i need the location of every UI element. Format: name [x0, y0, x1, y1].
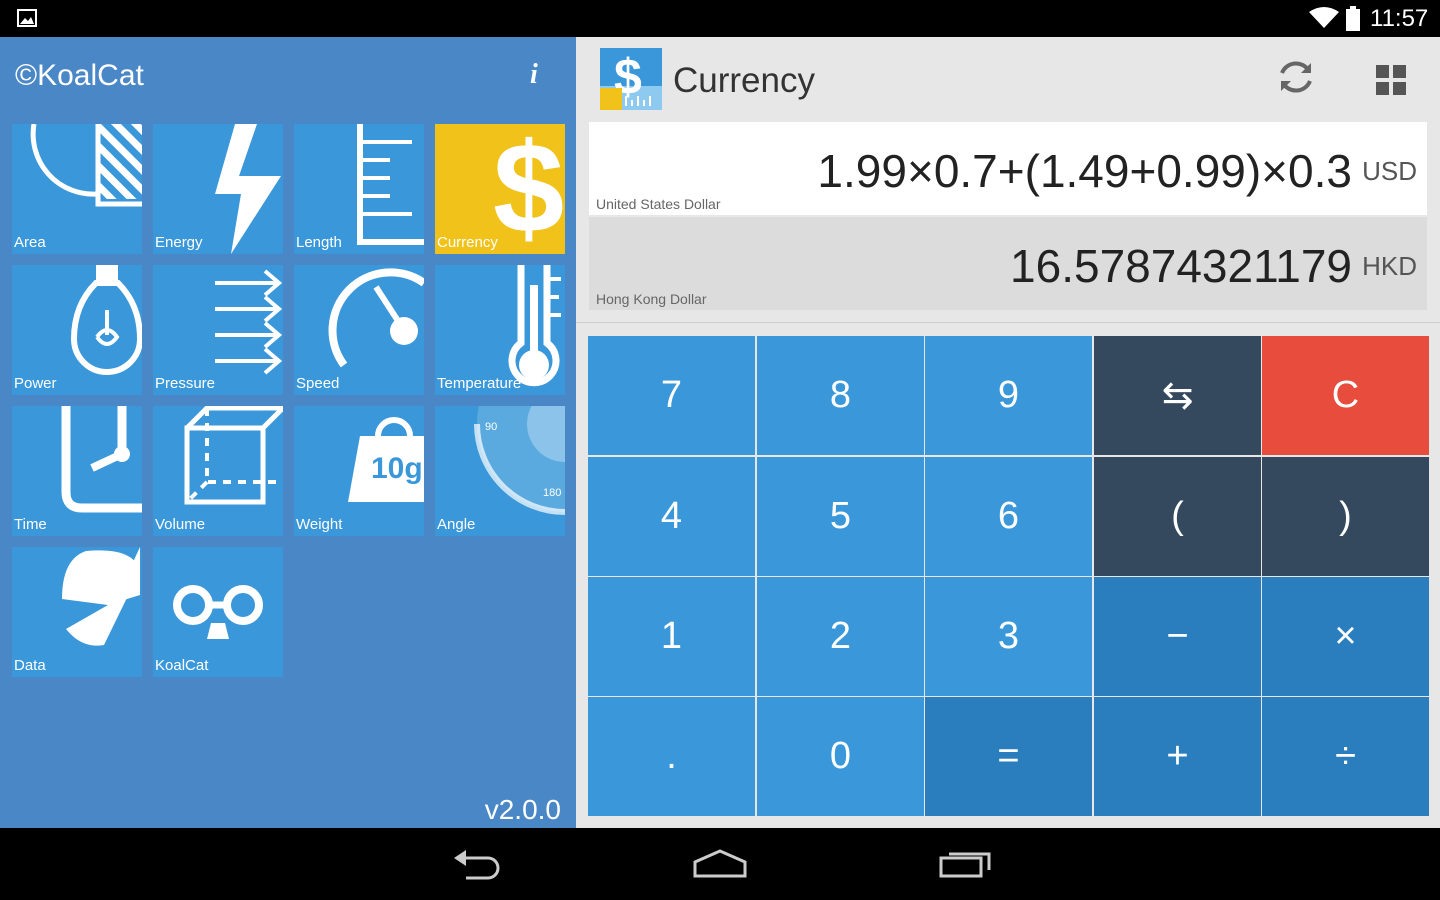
- tile-label: Temperature: [437, 375, 522, 392]
- converter-sidebar: ©KoalCat i Area Energy Length $ Currency…: [0, 37, 576, 828]
- tile-label: Time: [14, 516, 47, 533]
- tile-label: Energy: [155, 234, 203, 251]
- tile-label: Currency: [437, 234, 498, 251]
- tile-label: Volume: [155, 516, 206, 533]
- target-amount-display[interactable]: 16.57874321179 HKD Hong Kong Dollar: [589, 217, 1427, 310]
- source-amount-display[interactable]: 1.99×0.7+(1.49+0.99)×0.3 USD United Stat…: [589, 122, 1427, 215]
- key-6[interactable]: 6: [925, 457, 1092, 576]
- tile-angle[interactable]: 90 180 Angle: [435, 406, 565, 536]
- source-currency-code[interactable]: USD: [1362, 156, 1417, 187]
- key-equals[interactable]: =: [925, 697, 1092, 816]
- tile-label: Data: [14, 657, 46, 674]
- key-divide[interactable]: ÷: [1262, 697, 1429, 816]
- key-plus[interactable]: +: [1094, 697, 1261, 816]
- tile-area[interactable]: Area: [12, 124, 142, 254]
- tile-time[interactable]: Time: [12, 406, 142, 536]
- battery-icon: [1346, 6, 1360, 31]
- weight-icon-label: 10g: [371, 452, 423, 485]
- clear-button[interactable]: C: [1262, 336, 1429, 455]
- tile-label: Power: [14, 375, 57, 392]
- gallery-notification-icon: [17, 9, 37, 27]
- key-minus[interactable]: −: [1094, 577, 1261, 696]
- target-currency-name: Hong Kong Dollar: [596, 291, 707, 307]
- svg-text:$: $: [493, 124, 564, 254]
- tile-data[interactable]: Data: [12, 547, 142, 677]
- tile-temperature[interactable]: Temperature: [435, 265, 565, 395]
- key-1[interactable]: 1: [588, 577, 755, 696]
- key-left-paren[interactable]: (: [1094, 457, 1261, 576]
- back-icon[interactable]: [452, 848, 502, 880]
- tile-energy[interactable]: Energy: [153, 124, 283, 254]
- brand-title: ©KoalCat: [15, 59, 144, 92]
- key-right-paren[interactable]: ): [1262, 457, 1429, 576]
- tile-pressure[interactable]: Pressure: [153, 265, 283, 395]
- tile-label: Weight: [296, 516, 343, 533]
- key-3[interactable]: 3: [925, 577, 1092, 696]
- tile-label: KoalCat: [155, 657, 209, 674]
- tile-label: Angle: [437, 516, 476, 533]
- key-7[interactable]: 7: [588, 336, 755, 455]
- info-button[interactable]: i: [530, 59, 538, 91]
- tile-length[interactable]: Length: [294, 124, 424, 254]
- currency-converter: $ Currency 1.99×0.7+(1.49+0.99)×0.3 USD …: [576, 37, 1440, 828]
- tile-label: Area: [14, 234, 46, 251]
- tile-weight[interactable]: 10g Weight: [294, 406, 424, 536]
- key-4[interactable]: 4: [588, 457, 755, 576]
- page-title: Currency: [673, 61, 815, 100]
- status-bar: 11:57: [0, 0, 1440, 37]
- version-label: v2.0.0: [484, 794, 561, 825]
- swap-currencies-button[interactable]: ⇆: [1094, 336, 1261, 455]
- tile-volume[interactable]: Volume: [153, 406, 283, 536]
- target-currency-code[interactable]: HKD: [1362, 251, 1417, 282]
- source-expression: 1.99×0.7+(1.49+0.99)×0.3: [817, 145, 1352, 197]
- home-icon[interactable]: [692, 848, 748, 880]
- tile-koalcat[interactable]: KoalCat: [153, 547, 283, 677]
- key-decimal[interactable]: .: [588, 697, 755, 816]
- tile-label: Speed: [296, 375, 340, 392]
- key-5[interactable]: 5: [757, 457, 924, 576]
- grid-menu-icon[interactable]: [1376, 65, 1406, 95]
- key-9[interactable]: 9: [925, 336, 1092, 455]
- angle-label-180: 180: [543, 487, 561, 499]
- key-0[interactable]: 0: [757, 697, 924, 816]
- tile-label: Pressure: [155, 375, 216, 392]
- recent-apps-icon[interactable]: [937, 848, 993, 880]
- currency-app-icon: $: [600, 48, 662, 110]
- key-multiply[interactable]: ×: [1262, 577, 1429, 696]
- angle-label-90: 90: [485, 421, 497, 433]
- clock: 11:57: [1370, 5, 1429, 32]
- source-currency-name: United States Dollar: [596, 196, 721, 212]
- tile-label: Length: [296, 234, 342, 251]
- target-result: 16.57874321179: [1010, 240, 1352, 292]
- refresh-icon[interactable]: [1276, 57, 1316, 97]
- key-2[interactable]: 2: [757, 577, 924, 696]
- tile-currency[interactable]: $ Currency: [435, 124, 565, 254]
- divider: [576, 322, 1440, 323]
- tile-power[interactable]: Power: [12, 265, 142, 395]
- wifi-icon: [1309, 7, 1339, 28]
- tile-speed[interactable]: Speed: [294, 265, 424, 395]
- navigation-bar: [0, 828, 1440, 900]
- key-8[interactable]: 8: [757, 336, 924, 455]
